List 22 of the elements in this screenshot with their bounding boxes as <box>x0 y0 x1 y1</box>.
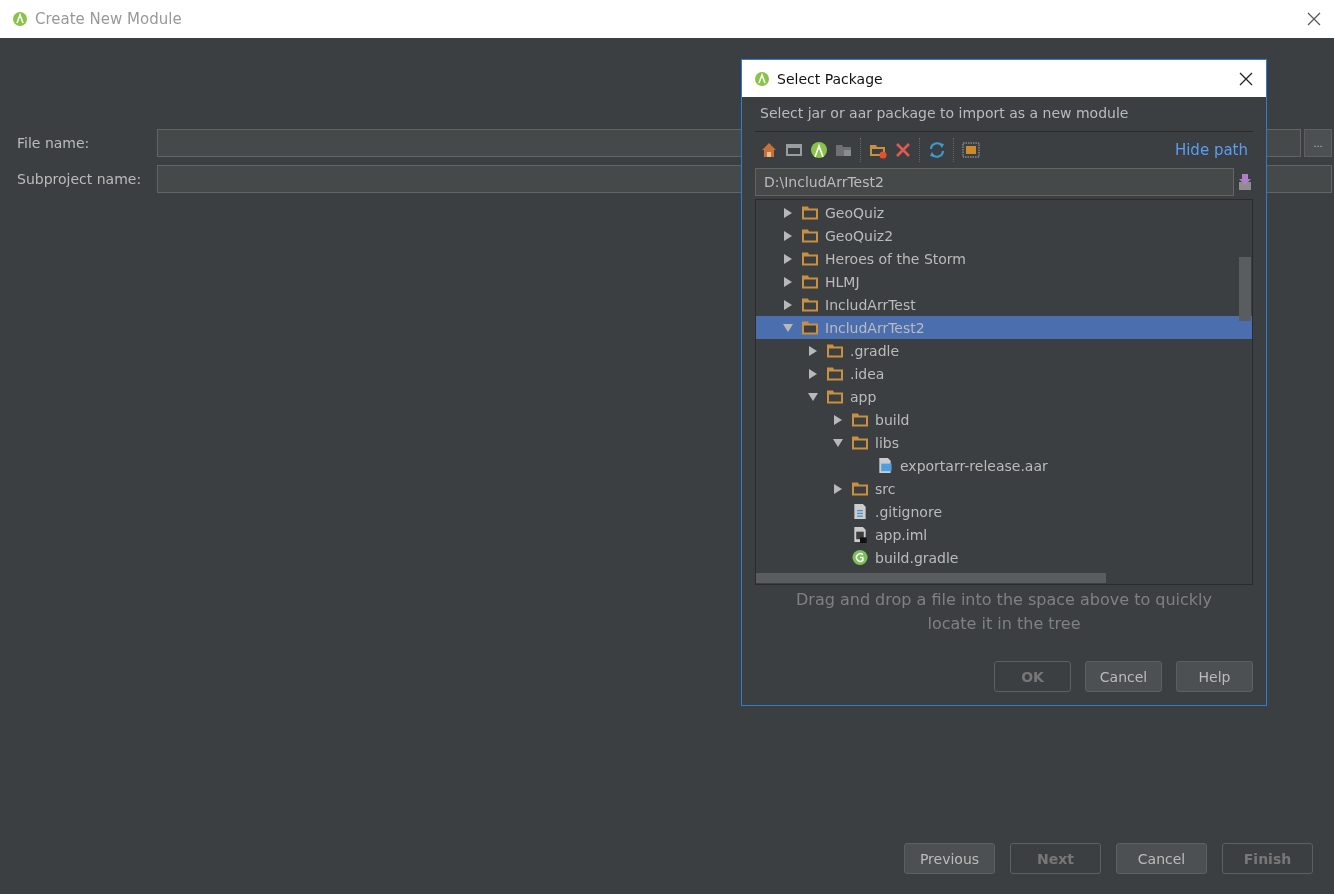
tree-item-label: IncludArrTest <box>825 295 916 314</box>
tree-item-label: .gradle <box>850 341 900 360</box>
tree-item-label: HLMJ <box>825 272 860 291</box>
tree-item-label: .gitignore <box>875 502 942 521</box>
tree-item-label: app <box>850 387 877 406</box>
tree-item-label: build <box>875 410 910 429</box>
tree-item-label: exportarr-release.aar <box>900 456 1048 475</box>
field-label: File name: <box>17 135 91 151</box>
tree-item-label: build.gradle <box>875 548 959 567</box>
tree-item-label: IncludArrTest2 <box>825 318 925 337</box>
drag-drop-hint: Drag and drop a file into the space above to quickly locate it in the tree <box>795 589 1213 635</box>
field-label: Subproject name: <box>17 171 143 187</box>
tree-item-label: app.iml <box>875 525 928 544</box>
tree-item-label: libs <box>875 433 899 452</box>
tree-item-label: GeoQuiz2 <box>825 226 894 245</box>
tree-item-label: .idea <box>850 364 885 383</box>
dialog-title: Select Package <box>777 70 883 87</box>
tree-item-label: GeoQuiz <box>825 203 885 222</box>
tree-item-label: src <box>875 479 896 498</box>
tree-item-label: Heroes of the Storm <box>825 249 966 268</box>
window-title: Create New Module <box>35 10 183 28</box>
dialog-description: Select jar or aar package to import as a new module <box>755 105 1253 132</box>
